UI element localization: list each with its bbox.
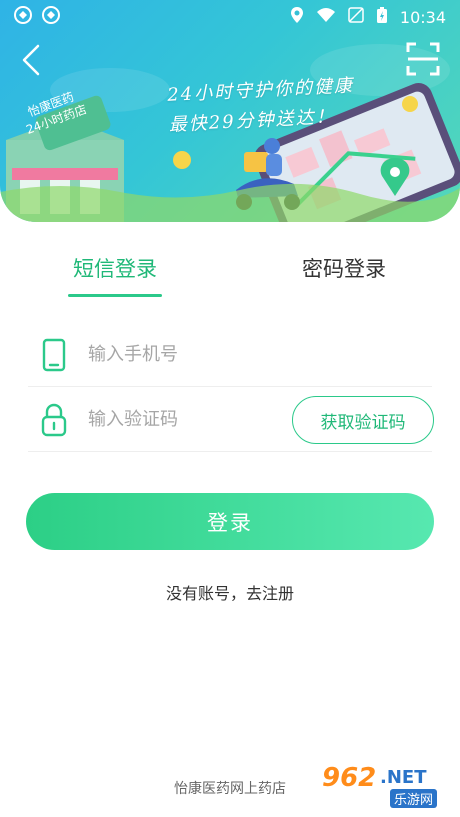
no-signal-icon — [348, 7, 364, 27]
watermark-site: 乐游网 — [390, 789, 438, 808]
get-code-button[interactable]: 获取验证码 — [292, 396, 434, 444]
grass-decoration — [0, 183, 460, 222]
phone-field-row — [28, 323, 432, 387]
watermark: 962 .NET 乐游网 — [314, 761, 454, 811]
active-tab-indicator — [68, 294, 162, 297]
watermark-number: 962 — [322, 763, 377, 793]
header-banner: 怡康医药 24小时药店 10:34 24小时守护你的健康 最快29分钟送达！ — [0, 0, 460, 222]
status-bar: 10:34 — [0, 0, 460, 34]
watermark-net: .NET — [380, 767, 427, 788]
register-link[interactable]: 没有账号，去注册 — [0, 580, 460, 604]
code-field-row: 获取验证码 — [28, 388, 434, 452]
lock-icon — [28, 400, 80, 440]
login-tabs: 短信登录 密码登录 — [0, 250, 460, 298]
tab-password-login[interactable]: 密码登录 — [298, 250, 390, 294]
phone-icon — [28, 335, 80, 375]
wifi-icon — [316, 7, 336, 27]
app-notification-icon — [14, 6, 32, 28]
app-notification-icon-2 — [42, 6, 60, 28]
scan-button[interactable] — [406, 42, 440, 76]
scan-icon — [406, 42, 440, 76]
banner-slogan: 24小时守护你的健康 最快29分钟送达！ — [167, 71, 357, 141]
battery-charging-icon — [376, 6, 388, 28]
location-icon — [290, 6, 304, 28]
phone-input[interactable] — [88, 344, 278, 365]
tab-sms-login[interactable]: 短信登录 — [66, 250, 164, 294]
back-button[interactable] — [16, 42, 48, 78]
verification-code-input[interactable] — [88, 409, 278, 430]
chevron-left-icon — [22, 44, 40, 76]
login-button[interactable]: 登录 — [26, 493, 434, 550]
status-time: 10:34 — [399, 7, 446, 27]
